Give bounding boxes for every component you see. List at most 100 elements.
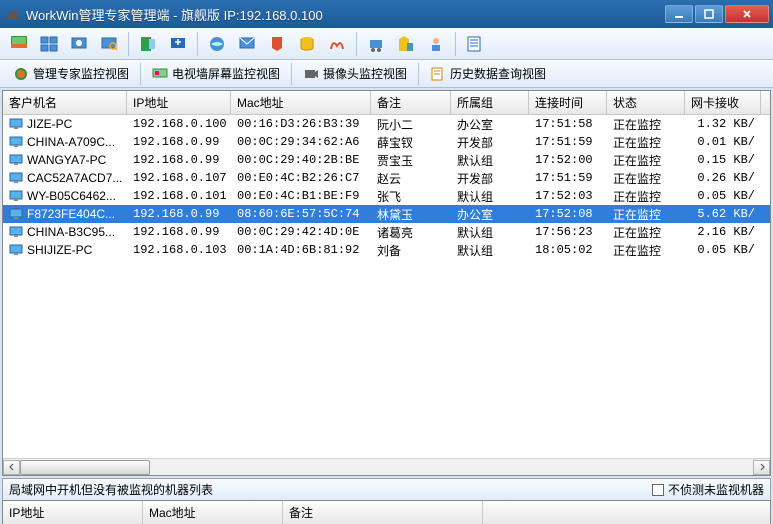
table-row[interactable]: CAC52A7ACD7...192.168.0.10700:E0:4C:B2:2… (3, 169, 770, 187)
toolbar-btn-8[interactable] (234, 31, 260, 57)
scroll-thumb[interactable] (20, 460, 150, 475)
cell-ip: 192.168.0.103 (127, 242, 231, 258)
toolbar-btn-9[interactable] (264, 31, 290, 57)
toolbar-btn-13[interactable] (393, 31, 419, 57)
cell-group: 开发部 (451, 169, 529, 188)
toolbar-btn-7[interactable] (204, 31, 230, 57)
col-client-name[interactable]: 客户机名 (3, 91, 127, 114)
cell-time: 18:05:02 (529, 242, 607, 258)
scroll-right-button[interactable] (753, 460, 770, 475)
table-row[interactable]: JIZE-PC192.168.0.10000:16:D3:26:B3:39阮小二… (3, 115, 770, 133)
maximize-button[interactable] (695, 5, 723, 23)
cell-ip: 192.168.0.99 (127, 134, 231, 150)
cell-mac: 08:60:6E:57:5C:74 (231, 206, 371, 222)
table-row[interactable]: WANGYA7-PC192.168.0.9900:0C:29:40:2B:BE贾… (3, 151, 770, 169)
cell-mac: 00:0C:29:42:4D:0E (231, 224, 371, 240)
cell-time: 17:51:58 (529, 116, 607, 132)
cell-remark: 林黛玉 (371, 205, 451, 224)
toolbar-btn-14[interactable] (423, 31, 449, 57)
scroll-left-button[interactable] (3, 460, 20, 475)
col-ip[interactable]: IP地址 (127, 91, 231, 114)
toolbar-btn-15[interactable] (462, 31, 488, 57)
toolbar-btn-4[interactable] (96, 31, 122, 57)
window-title: WorkWin管理专家管理端 - 旗舰版 IP:192.168.0.100 (26, 5, 663, 24)
cell-time: 17:52:00 (529, 152, 607, 168)
table-row[interactable]: CHINA-B3C95...192.168.0.9900:0C:29:42:4D… (3, 223, 770, 241)
table-row[interactable]: F8723FE404C...192.168.0.9908:60:6E:57:5C… (3, 205, 770, 223)
checkbox-icon (652, 484, 664, 496)
cell-time: 17:52:03 (529, 188, 607, 204)
cell-mac: 00:E0:4C:B1:BE:F9 (231, 188, 371, 204)
toolbar-btn-5[interactable] (135, 31, 161, 57)
cell-mac: 00:E0:4C:B2:26:C7 (231, 170, 371, 186)
cell-remark: 赵云 (371, 169, 451, 188)
cell-mac: 00:16:D3:26:B3:39 (231, 116, 371, 132)
cell-group: 默认组 (451, 223, 529, 242)
cell-status: 正在监控 (607, 151, 685, 170)
titlebar: WorkWin管理专家管理端 - 旗舰版 IP:192.168.0.100 (0, 0, 773, 28)
cell-status: 正在监控 (607, 223, 685, 242)
cell-name: CHINA-B3C95... (3, 224, 127, 240)
horizontal-scrollbar (3, 458, 770, 475)
col-nic-rx[interactable]: 网卡接收 (685, 91, 761, 114)
grid-body[interactable]: JIZE-PC192.168.0.10000:16:D3:26:B3:39阮小二… (3, 115, 770, 458)
toolbar-btn-3[interactable] (66, 31, 92, 57)
toolbar-btn-11[interactable] (324, 31, 350, 57)
history-icon (430, 66, 446, 82)
cell-ip: 192.168.0.99 (127, 206, 231, 222)
toolbar-btn-6[interactable] (165, 31, 191, 57)
toolbar-btn-1[interactable] (6, 31, 32, 57)
cell-rx: 5.62 KB/ (685, 206, 761, 222)
cell-time: 17:52:08 (529, 206, 607, 222)
cell-rx: 0.26 KB/ (685, 170, 761, 186)
cell-name: CAC52A7ACD7... (3, 170, 127, 186)
client-grid: 客户机名 IP地址 Mac地址 备注 所属组 连接时间 状态 网卡接收 JIZE… (2, 90, 771, 476)
table-row[interactable]: CHINA-A709C...192.168.0.9900:0C:29:34:62… (3, 133, 770, 151)
tab-camera-view[interactable]: 摄像头监控视图 (296, 62, 414, 85)
col-remark[interactable]: 备注 (371, 91, 451, 114)
tab-monitor-view[interactable]: 管理专家监控视图 (6, 62, 136, 85)
cell-name: SHIJIZE-PC (3, 242, 127, 258)
tab-history-view[interactable]: 历史数据查询视图 (423, 62, 553, 85)
cell-status: 正在监控 (607, 241, 685, 260)
cell-time: 17:56:23 (529, 224, 607, 240)
cell-mac: 00:1A:4D:6B:81:92 (231, 242, 371, 258)
col-connect-time[interactable]: 连接时间 (529, 91, 607, 114)
toolbar-btn-10[interactable] (294, 31, 320, 57)
table-row[interactable]: SHIJIZE-PC192.168.0.10300:1A:4D:6B:81:92… (3, 241, 770, 259)
tab-tvwall-view[interactable]: 电视墙屏幕监控视图 (145, 62, 287, 85)
close-button[interactable] (725, 5, 769, 23)
toolbar-btn-2[interactable] (36, 31, 62, 57)
cell-name: WANGYA7-PC (3, 152, 127, 168)
bottom-col-ip[interactable]: IP地址 (3, 501, 143, 524)
main-toolbar (0, 28, 773, 60)
cell-group: 默认组 (451, 187, 529, 206)
col-group[interactable]: 所属组 (451, 91, 529, 114)
cell-group: 默认组 (451, 241, 529, 260)
cell-ip: 192.168.0.107 (127, 170, 231, 186)
minimize-button[interactable] (665, 5, 693, 23)
unmonitored-title: 局域网中开机但没有被监视的机器列表 (9, 481, 652, 498)
cell-status: 正在监控 (607, 187, 685, 206)
col-mac[interactable]: Mac地址 (231, 91, 371, 114)
col-status[interactable]: 状态 (607, 91, 685, 114)
cell-status: 正在监控 (607, 169, 685, 188)
no-detect-checkbox[interactable]: 不侦测未监视机器 (652, 481, 764, 498)
table-row[interactable]: WY-B05C6462...192.168.0.10100:E0:4C:B1:B… (3, 187, 770, 205)
cell-status: 正在监控 (607, 115, 685, 134)
unmonitored-panel: 局域网中开机但没有被监视的机器列表 不侦测未监视机器 IP地址 Mac地址 备注 (2, 478, 771, 524)
cell-group: 开发部 (451, 133, 529, 152)
cell-name: F8723FE404C... (3, 206, 127, 222)
toolbar-btn-12[interactable] (363, 31, 389, 57)
cell-status: 正在监控 (607, 205, 685, 224)
cell-ip: 192.168.0.99 (127, 224, 231, 240)
bottom-col-mac[interactable]: Mac地址 (143, 501, 283, 524)
cell-rx: 2.16 KB/ (685, 224, 761, 240)
scroll-track[interactable] (20, 460, 753, 475)
cell-remark: 刘备 (371, 241, 451, 260)
cell-mac: 00:0C:29:34:62:A6 (231, 134, 371, 150)
cell-rx: 0.05 KB/ (685, 242, 761, 258)
cell-rx: 1.32 KB/ (685, 116, 761, 132)
bottom-col-remark[interactable]: 备注 (283, 501, 483, 524)
cell-remark: 诸葛亮 (371, 223, 451, 242)
